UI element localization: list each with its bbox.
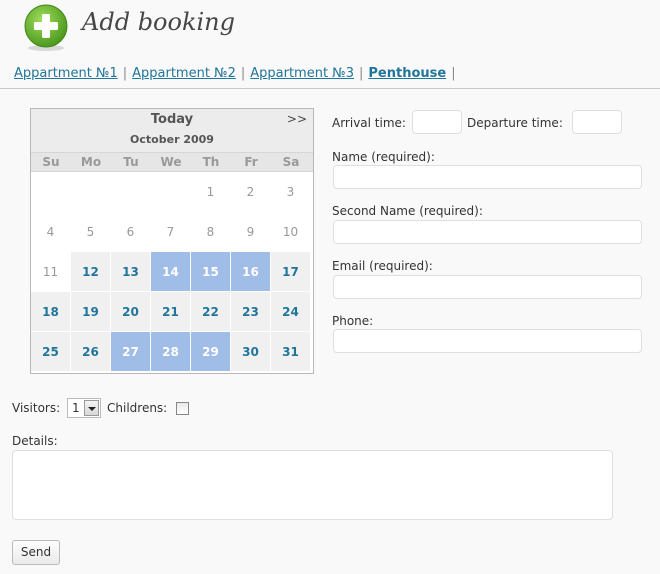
calendar-day-11: 11 <box>31 252 71 292</box>
calendar-days-grid: 1 2 3 4 5 6 7 8 9 10 11 12 13 14 15 16 17 18 19 20 21 22 23 24 2… <box>31 172 313 372</box>
weekday-label: Sa <box>282 155 300 169</box>
calendar-day-22[interactable]: 22 <box>191 292 231 332</box>
calendar-day-23[interactable]: 23 <box>231 292 271 332</box>
calendar-day-5: 5 <box>71 212 111 252</box>
today-link[interactable]: Today <box>31 112 313 127</box>
calendar-day-25[interactable]: 25 <box>31 332 71 372</box>
calendar-day-21[interactable]: 21 <box>151 292 191 332</box>
childrens-checkbox[interactable] <box>176 402 189 415</box>
calendar-day-28: 28 <box>151 332 191 372</box>
calendar-day-27: 27 <box>111 332 151 372</box>
calendar-day-12[interactable]: 12 <box>71 252 111 292</box>
calendar-day-6: 6 <box>111 212 151 252</box>
weekday-label: We <box>160 155 182 169</box>
tab-separator: | <box>122 66 128 81</box>
calendar-day-8: 8 <box>191 212 231 252</box>
visitors-label: Visitors: <box>12 401 61 415</box>
calendar-empty-cell <box>31 172 71 212</box>
calendar-day-16: 16 <box>231 252 271 292</box>
second-name-input[interactable] <box>333 220 642 244</box>
weekday-header: Su Mo Tu We Th Fr Sa <box>31 153 313 172</box>
tab-appartment-3[interactable]: Appartment №3 <box>250 66 354 81</box>
email-label: Email (required): <box>332 259 433 273</box>
divider <box>0 88 660 89</box>
visitors-select[interactable]: 1 <box>67 398 101 418</box>
departure-time-label: Departure time: <box>467 116 563 130</box>
calendar-day-24[interactable]: 24 <box>271 292 311 332</box>
calendar-day-15: 15 <box>191 252 231 292</box>
phone-input[interactable] <box>333 329 642 353</box>
departure-time-input[interactable] <box>572 110 622 134</box>
tab-separator: | <box>451 66 456 81</box>
calendar-day-13[interactable]: 13 <box>111 252 151 292</box>
weekday-label: Tu <box>123 155 139 169</box>
calendar-week-row: 25 26 27 28 29 30 31 <box>31 332 313 372</box>
weekday-label: Th <box>202 155 220 169</box>
arrival-time-input[interactable] <box>412 110 462 134</box>
calendar-day-14: 14 <box>151 252 191 292</box>
calendar-day-10: 10 <box>271 212 311 252</box>
page-header: Add booking <box>0 0 660 52</box>
name-input[interactable] <box>333 165 642 189</box>
calendar-day-26[interactable]: 26 <box>71 332 111 372</box>
tab-penthouse[interactable]: Penthouse <box>368 66 446 81</box>
calendar-day-2: 2 <box>231 172 271 212</box>
weekday-label: Su <box>42 155 60 169</box>
details-label: Details: <box>12 434 58 448</box>
send-button[interactable]: Send <box>12 540 60 565</box>
triangle-down-icon[interactable] <box>84 400 99 416</box>
calendar-week-row: 4 5 6 7 8 9 10 <box>31 212 313 252</box>
calendar-week-row: 18 19 20 21 22 23 24 <box>31 292 313 332</box>
calendar-day-31[interactable]: 31 <box>271 332 311 372</box>
calendar-day-18[interactable]: 18 <box>31 292 71 332</box>
visitors-value: 1 <box>72 401 80 415</box>
second-name-label: Second Name (required): <box>332 204 483 218</box>
calendar-day-17[interactable]: 17 <box>271 252 311 292</box>
calendar-empty-cell <box>71 172 111 212</box>
calendar-day-20[interactable]: 20 <box>111 292 151 332</box>
weekday-label: Mo <box>80 155 102 169</box>
plus-circle-icon <box>24 4 68 51</box>
calendar-week-row: 11 12 13 14 15 16 17 <box>31 252 313 292</box>
calendar-day-9: 9 <box>231 212 271 252</box>
tab-appartment-1[interactable]: Appartment №1 <box>14 66 118 81</box>
apartment-tabs: Appartment №1 | Appartment №2 | Appartment №… <box>14 66 461 81</box>
tab-separator: | <box>240 66 246 81</box>
calendar-day-3: 3 <box>271 172 311 212</box>
page-title: Add booking <box>82 8 235 36</box>
tab-separator: | <box>358 66 364 81</box>
next-month-button[interactable]: >> <box>287 112 307 126</box>
booking-calendar: Today >> October 2009 Su Mo Tu We Th Fr … <box>30 108 314 374</box>
calendar-day-4: 4 <box>31 212 71 252</box>
calendar-day-7: 7 <box>151 212 191 252</box>
tab-appartment-2[interactable]: Appartment №2 <box>132 66 236 81</box>
calendar-day-1: 1 <box>191 172 231 212</box>
arrival-time-label: Arrival time: <box>332 116 406 130</box>
calendar-month-label: October 2009 <box>130 133 214 146</box>
calendar-day-29: 29 <box>191 332 231 372</box>
email-input[interactable] <box>333 275 642 299</box>
weekday-label: Fr <box>244 155 258 169</box>
name-label: Name (required): <box>332 150 435 164</box>
phone-label: Phone: <box>332 314 374 328</box>
calendar-day-30[interactable]: 30 <box>231 332 271 372</box>
calendar-day-19[interactable]: 19 <box>71 292 111 332</box>
calendar-empty-cell <box>111 172 151 212</box>
calendar-header: Today >> October 2009 <box>31 109 313 153</box>
calendar-week-row: 123 <box>31 172 313 212</box>
details-textarea[interactable] <box>12 450 613 520</box>
calendar-empty-cell <box>151 172 191 212</box>
childrens-label: Childrens: <box>107 401 168 415</box>
